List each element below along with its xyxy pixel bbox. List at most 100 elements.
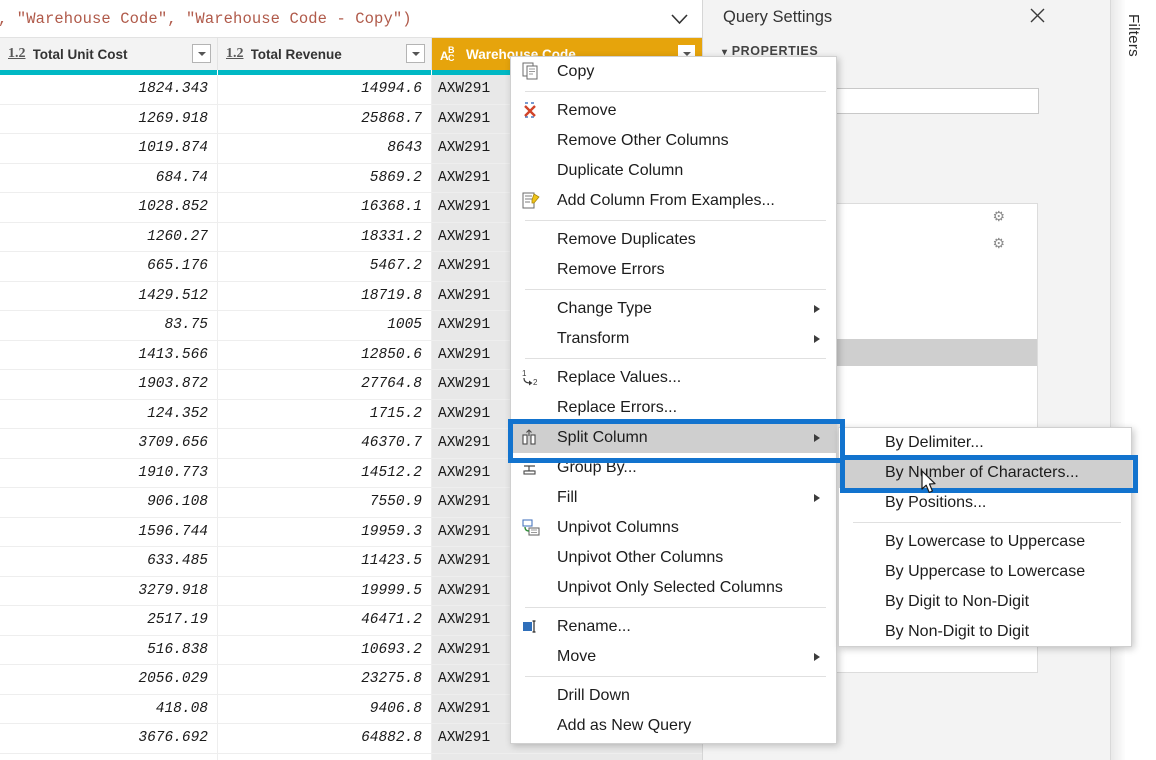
menu-item-remove-errors[interactable]: Remove Errors bbox=[511, 255, 836, 285]
menu-item-unpivot-columns[interactable]: Unpivot Columns bbox=[511, 513, 836, 543]
table-cell[interactable]: 2814 bbox=[218, 753, 432, 760]
table-cell[interactable]: 418.08 bbox=[0, 694, 218, 723]
table-cell[interactable]: 1903.872 bbox=[0, 370, 218, 399]
table-cell[interactable]: 1824.343 bbox=[0, 75, 218, 104]
table-cell[interactable]: 14512.2 bbox=[218, 458, 432, 487]
menu-item-move[interactable]: Move bbox=[511, 642, 836, 672]
chevron-down-icon[interactable] bbox=[666, 6, 692, 32]
submenu-item-by-digit-to-non-digit[interactable]: By Digit to Non-Digit bbox=[839, 587, 1131, 617]
table-cell[interactable]: 3279.918 bbox=[0, 576, 218, 605]
menu-item-remove-other-columns[interactable]: Remove Other Columns bbox=[511, 126, 836, 156]
table-row[interactable]: 189.9452814AXW291 bbox=[0, 753, 702, 760]
table-cell[interactable]: 2056.029 bbox=[0, 665, 218, 694]
table-cell[interactable]: 18331.2 bbox=[218, 222, 432, 251]
menu-item-remove-duplicates[interactable]: Remove Duplicates bbox=[511, 225, 836, 255]
table-cell[interactable]: 25868.7 bbox=[218, 104, 432, 133]
table-cell[interactable]: 665.176 bbox=[0, 252, 218, 281]
menu-item-add-column-from-examples[interactable]: Add Column From Examples... bbox=[511, 186, 836, 216]
table-cell[interactable]: 83.75 bbox=[0, 311, 218, 340]
submenu-item-by-non-digit-to-digit[interactable]: By Non-Digit to Digit bbox=[839, 617, 1131, 647]
menu-item-label: Change Type bbox=[557, 300, 652, 317]
decimal-number-type-icon: 1.2 bbox=[226, 46, 244, 61]
menu-item-unpivot-only-selected-columns[interactable]: Unpivot Only Selected Columns bbox=[511, 573, 836, 603]
column-header-total-revenue[interactable]: 1.2 Total Revenue bbox=[218, 38, 432, 70]
table-cell[interactable]: 11423.5 bbox=[218, 547, 432, 576]
table-cell[interactable]: 633.485 bbox=[0, 547, 218, 576]
table-cell[interactable]: 18719.8 bbox=[218, 281, 432, 310]
table-cell[interactable]: 23275.8 bbox=[218, 665, 432, 694]
formula-text[interactable]: , "Warehouse Code", "Warehouse Code - Co… bbox=[0, 10, 412, 28]
column-context-menu[interactable]: Copy Remove Remove Other Columns Duplicate … bbox=[510, 56, 837, 744]
menu-item-label: Drill Down bbox=[557, 687, 630, 704]
menu-item-copy[interactable]: Copy bbox=[511, 57, 836, 87]
split-column-submenu[interactable]: By Delimiter... By Number of Characters..… bbox=[838, 427, 1132, 647]
table-cell[interactable]: 8643 bbox=[218, 134, 432, 163]
replace-values-icon: 12 bbox=[521, 368, 543, 388]
table-cell[interactable]: 10693.2 bbox=[218, 635, 432, 664]
menu-item-replace-errors[interactable]: Replace Errors... bbox=[511, 393, 836, 423]
submenu-item-by-positions[interactable]: By Positions... bbox=[839, 488, 1131, 518]
gear-icon[interactable]: ⚙ bbox=[992, 236, 1005, 250]
submenu-item-by-uppercase-to-lowercase[interactable]: By Uppercase to Lowercase bbox=[839, 557, 1131, 587]
table-cell[interactable]: 516.838 bbox=[0, 635, 218, 664]
menu-item-label: Rename... bbox=[557, 618, 631, 635]
table-cell[interactable]: 19959.3 bbox=[218, 517, 432, 546]
table-cell[interactable]: 5869.2 bbox=[218, 163, 432, 192]
table-cell[interactable]: 1429.512 bbox=[0, 281, 218, 310]
submenu-item-by-lowercase-to-uppercase[interactable]: By Lowercase to Uppercase bbox=[839, 527, 1131, 557]
menu-item-label: Add Column From Examples... bbox=[557, 192, 775, 209]
table-cell[interactable]: AXW291 bbox=[432, 753, 702, 760]
table-cell[interactable]: 46370.7 bbox=[218, 429, 432, 458]
menu-item-label: Move bbox=[557, 648, 597, 665]
column-header-total-unit-cost[interactable]: 1.2 Total Unit Cost bbox=[0, 38, 218, 70]
menu-item-transform[interactable]: Transform bbox=[511, 324, 836, 354]
menu-item-replace-values[interactable]: 1 2 Replace Values... bbox=[511, 363, 836, 393]
menu-item-add-as-new-query[interactable]: Add as New Query bbox=[511, 711, 836, 741]
gear-icon[interactable]: ⚙ bbox=[992, 209, 1005, 223]
table-cell[interactable]: 2517.19 bbox=[0, 606, 218, 635]
table-cell[interactable]: 1413.566 bbox=[0, 340, 218, 369]
table-cell[interactable]: 1028.852 bbox=[0, 193, 218, 222]
table-cell[interactable]: 1019.874 bbox=[0, 134, 218, 163]
menu-item-remove[interactable]: Remove bbox=[511, 96, 836, 126]
table-cell[interactable]: 46471.2 bbox=[218, 606, 432, 635]
table-cell[interactable]: 1596.744 bbox=[0, 517, 218, 546]
menu-item-change-type[interactable]: Change Type bbox=[511, 294, 836, 324]
table-cell[interactable]: 64882.8 bbox=[218, 724, 432, 753]
submenu-item-by-delimiter[interactable]: By Delimiter... bbox=[839, 428, 1131, 458]
table-cell[interactable]: 1910.773 bbox=[0, 458, 218, 487]
column-filter-dropdown-button[interactable] bbox=[192, 44, 211, 63]
panel-title: Query Settings bbox=[723, 7, 833, 26]
table-cell[interactable]: 1005 bbox=[218, 311, 432, 340]
table-cell[interactable]: 124.352 bbox=[0, 399, 218, 428]
column-filter-dropdown-button[interactable] bbox=[406, 44, 425, 63]
svg-text:1: 1 bbox=[522, 369, 527, 378]
menu-item-group-by[interactable]: Group By... bbox=[511, 453, 836, 483]
table-cell[interactable]: 27764.8 bbox=[218, 370, 432, 399]
menu-item-unpivot-other-columns[interactable]: Unpivot Other Columns bbox=[511, 543, 836, 573]
formula-bar[interactable]: , "Warehouse Code", "Warehouse Code - Co… bbox=[0, 0, 702, 38]
submenu-item-by-number-of-characters[interactable]: By Number of Characters... bbox=[839, 458, 1131, 488]
table-cell[interactable]: 12850.6 bbox=[218, 340, 432, 369]
menu-item-duplicate-column[interactable]: Duplicate Column bbox=[511, 156, 836, 186]
menu-item-label: Replace Errors... bbox=[557, 399, 678, 416]
table-cell[interactable]: 7550.9 bbox=[218, 488, 432, 517]
table-cell[interactable]: 5467.2 bbox=[218, 252, 432, 281]
table-cell[interactable]: 1260.27 bbox=[0, 222, 218, 251]
menu-item-split-column[interactable]: Split Column bbox=[511, 423, 836, 453]
table-cell[interactable]: 684.74 bbox=[0, 163, 218, 192]
close-icon[interactable] bbox=[1024, 2, 1050, 28]
table-cell[interactable]: 906.108 bbox=[0, 488, 218, 517]
table-cell[interactable]: 3676.692 bbox=[0, 724, 218, 753]
menu-item-fill[interactable]: Fill bbox=[511, 483, 836, 513]
menu-item-drill-down[interactable]: Drill Down bbox=[511, 681, 836, 711]
table-cell[interactable]: 1269.918 bbox=[0, 104, 218, 133]
table-cell[interactable]: 1715.2 bbox=[218, 399, 432, 428]
table-cell[interactable]: 16368.1 bbox=[218, 193, 432, 222]
table-cell[interactable]: 3709.656 bbox=[0, 429, 218, 458]
menu-item-rename[interactable]: Rename... bbox=[511, 612, 836, 642]
table-cell[interactable]: 19999.5 bbox=[218, 576, 432, 605]
table-cell[interactable]: 189.945 bbox=[0, 753, 218, 760]
table-cell[interactable]: 14994.6 bbox=[218, 75, 432, 104]
table-cell[interactable]: 9406.8 bbox=[218, 694, 432, 723]
